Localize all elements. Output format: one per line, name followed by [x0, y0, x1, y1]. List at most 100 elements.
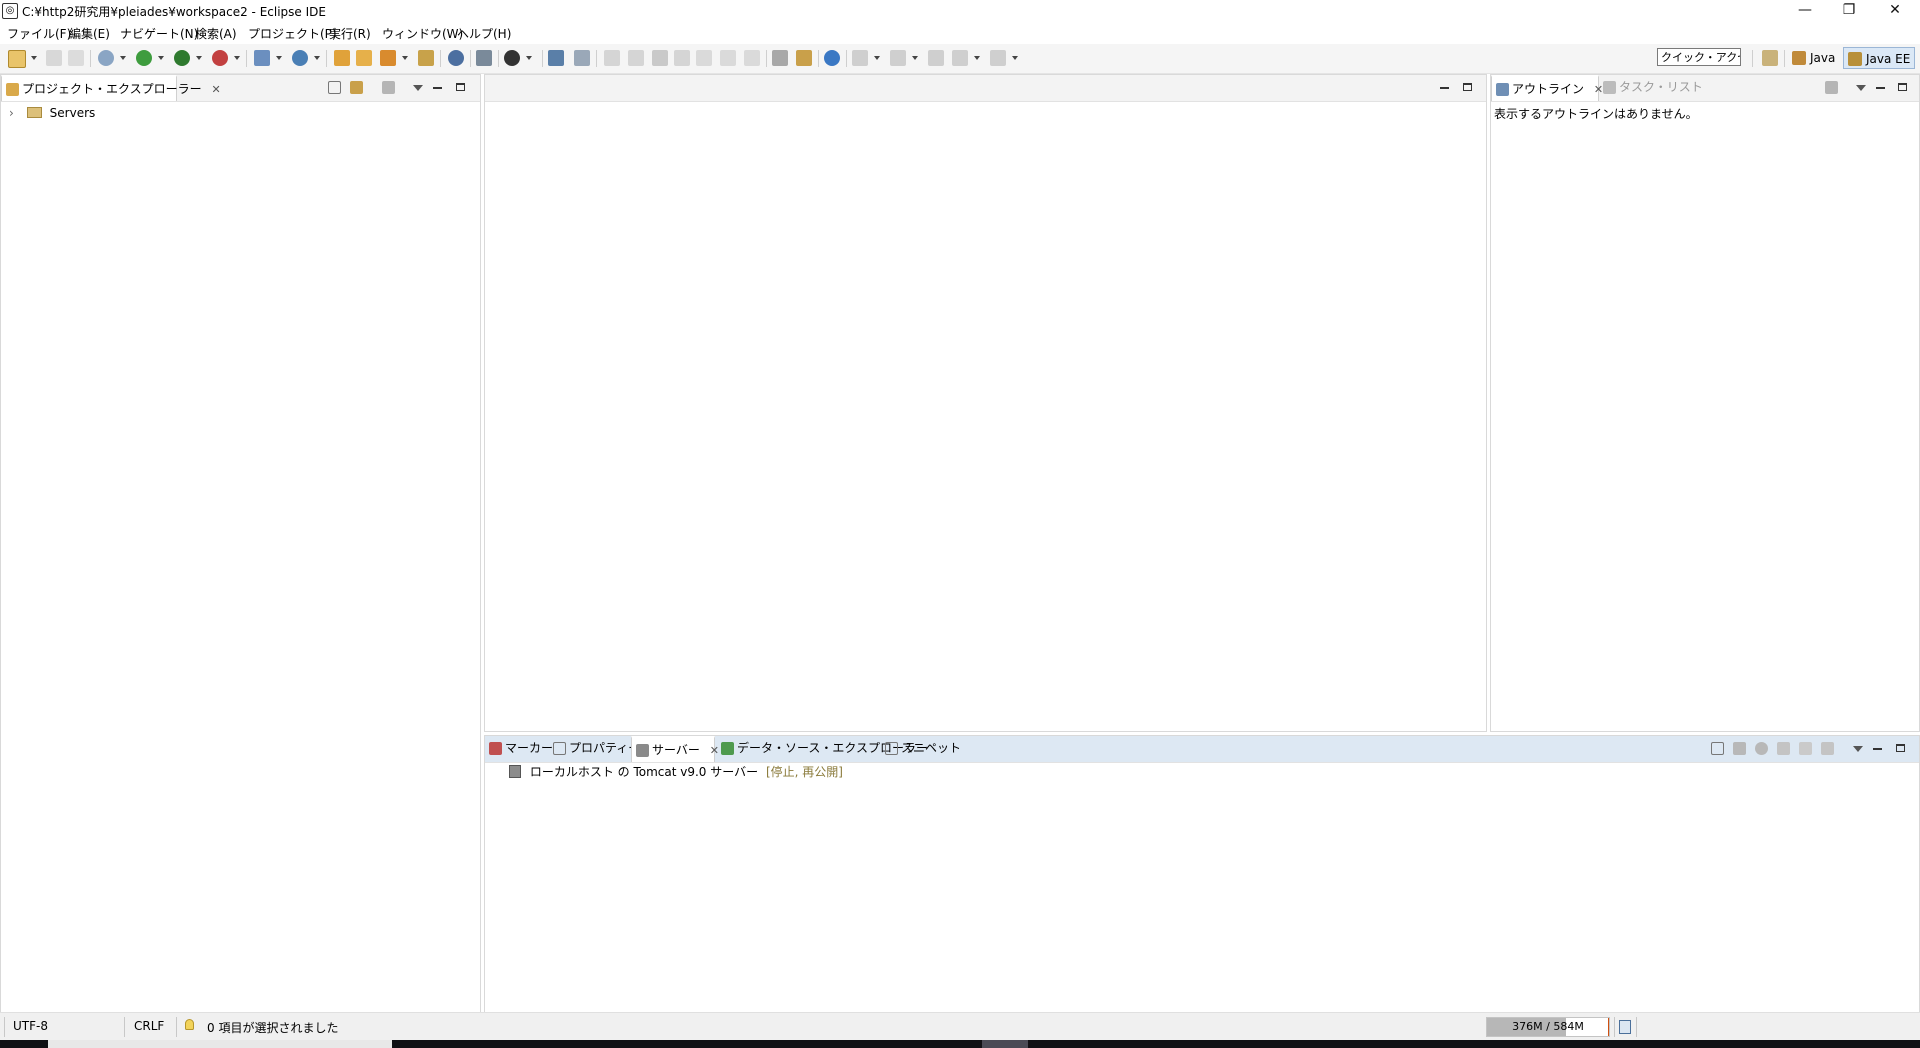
debug-dropdown-icon[interactable] [120, 56, 126, 60]
perspective-java-ee[interactable]: Java EE [1843, 47, 1916, 69]
minimize-button[interactable]: — [1782, 0, 1828, 22]
profile-server-icon[interactable] [1777, 742, 1790, 755]
debug-server-icon[interactable] [1733, 742, 1746, 755]
save-icon[interactable] [46, 50, 62, 66]
heap-status[interactable]: 376M / 584M [1486, 1017, 1610, 1037]
minimize-view-icon[interactable] [1876, 87, 1885, 89]
new-web-dropdown-icon[interactable] [314, 56, 320, 60]
new-server-icon[interactable] [254, 50, 270, 66]
tab-snippets[interactable]: スニペット [881, 736, 961, 762]
view-menu-icon[interactable] [1853, 746, 1863, 752]
restore-button[interactable]: ❐ [1826, 0, 1872, 22]
new-dropdown-icon[interactable] [31, 56, 37, 60]
tab-servers[interactable]: サーバー ✕ [631, 736, 719, 762]
toggle-ant-icon[interactable] [796, 50, 812, 66]
disconnect-icon[interactable] [674, 50, 690, 66]
menu-file[interactable]: ファイル(F) [7, 25, 71, 42]
settings-gear-icon[interactable] [824, 50, 840, 66]
stop-server-icon[interactable] [1799, 742, 1812, 755]
menu-help[interactable]: ヘルプ(H) [457, 25, 511, 42]
tab-markers[interactable]: マーカー [485, 736, 553, 762]
collapse-all-icon[interactable] [328, 81, 341, 94]
link-with-editor-icon[interactable] [350, 81, 363, 94]
save-all-icon[interactable] [68, 50, 84, 66]
open-folder-icon[interactable] [418, 50, 434, 66]
focus-task-icon[interactable] [382, 81, 395, 94]
tab-task-list[interactable]: タスク・リスト [1599, 75, 1703, 101]
menu-search[interactable]: 検索(A) [195, 25, 237, 42]
run-external-dropdown-icon[interactable] [196, 56, 202, 60]
pin-icon[interactable] [574, 50, 590, 66]
account-icon[interactable] [504, 50, 520, 66]
view-menu-icon[interactable] [413, 85, 423, 91]
open-type-icon[interactable] [334, 50, 350, 66]
menu-project[interactable]: プロジェクト(P) [248, 25, 337, 42]
open-task-icon[interactable] [380, 50, 396, 66]
close-window-button[interactable]: ✕ [1872, 0, 1918, 22]
start-server-icon[interactable] [1755, 742, 1768, 755]
new-icon[interactable] [8, 50, 26, 68]
taskbar-item[interactable] [48, 1040, 392, 1048]
step-over-icon[interactable] [720, 50, 736, 66]
resume-icon[interactable] [604, 50, 620, 66]
tab-data-source-explorer[interactable]: データ・ソース・エクスプローラー [717, 736, 928, 762]
previous-annotation-dropdown-icon[interactable] [912, 56, 918, 60]
maximize-editor-icon[interactable] [1463, 83, 1472, 91]
coverage-icon[interactable] [212, 50, 228, 66]
focus-task-icon[interactable] [1825, 81, 1838, 94]
back-dropdown-icon[interactable] [974, 56, 980, 60]
open-resource-icon[interactable] [356, 50, 372, 66]
previous-annotation-icon[interactable] [890, 50, 906, 66]
tree-item-servers[interactable]: › Servers [9, 106, 95, 122]
coverage-dropdown-icon[interactable] [234, 56, 240, 60]
maximize-view-icon[interactable] [456, 83, 465, 91]
next-annotation-icon[interactable] [852, 50, 868, 66]
expand-chevron-icon[interactable]: › [9, 106, 21, 120]
maximize-view-icon[interactable] [1896, 744, 1905, 752]
menu-run[interactable]: 実行(R) [329, 25, 371, 42]
minimize-editor-icon[interactable] [1440, 87, 1449, 89]
console-icon[interactable] [548, 50, 564, 66]
run-icon[interactable] [136, 50, 152, 66]
forward-dropdown-icon[interactable] [1012, 56, 1018, 60]
menu-edit[interactable]: 編集(E) [69, 25, 110, 42]
tab-properties[interactable]: プロパティー [549, 736, 640, 762]
toolbar-separator [846, 50, 847, 67]
minimize-view-icon[interactable] [1873, 748, 1882, 750]
back-arrow-icon[interactable] [952, 50, 968, 66]
debug-icon[interactable] [98, 50, 114, 66]
open-perspective-icon[interactable] [1762, 50, 1778, 66]
view-menu-icon[interactable] [1856, 85, 1866, 91]
run-dropdown-icon[interactable] [158, 56, 164, 60]
minimize-view-icon[interactable] [433, 87, 442, 89]
server-row[interactable]: ローカルホスト の Tomcat v9.0 サーバー [停止, 再公開] [509, 763, 843, 780]
toolbar-separator [326, 50, 327, 67]
maximize-view-icon[interactable] [1898, 83, 1907, 91]
last-edit-location-icon[interactable] [928, 50, 944, 66]
taskbar-item[interactable] [982, 1040, 1028, 1048]
new-web-icon[interactable] [292, 50, 308, 66]
new-server-dropdown-icon[interactable] [276, 56, 282, 60]
menu-window[interactable]: ウィンドウ(W) [382, 25, 463, 42]
use-step-filters-icon[interactable] [772, 50, 788, 66]
tab-project-explorer[interactable]: プロジェクト・エクスプローラー ✕ [1, 75, 221, 101]
quick-access-field[interactable]: クイック・アクセス [1657, 48, 1741, 66]
publish-server-icon[interactable] [1821, 742, 1834, 755]
close-icon[interactable]: ✕ [211, 78, 220, 102]
run-external-icon[interactable] [174, 50, 190, 66]
tab-outline[interactable]: アウトライン ✕ [1491, 75, 1603, 101]
next-annotation-dropdown-icon[interactable] [874, 56, 880, 60]
menu-navigate[interactable]: ナビゲート(N) [120, 25, 198, 42]
account-dropdown-icon[interactable] [526, 56, 532, 60]
suspend-icon[interactable] [628, 50, 644, 66]
forward-arrow-icon[interactable] [990, 50, 1006, 66]
collapse-all-icon[interactable] [1711, 742, 1724, 755]
trash-gc-icon[interactable] [1619, 1020, 1631, 1034]
perspective-java[interactable]: Java [1788, 47, 1839, 69]
terminate-icon[interactable] [652, 50, 668, 66]
open-task-dropdown-icon[interactable] [402, 56, 408, 60]
search-icon[interactable] [476, 50, 492, 66]
step-return-icon[interactable] [744, 50, 760, 66]
browser-icon[interactable] [448, 50, 464, 66]
step-into-icon[interactable] [696, 50, 712, 66]
